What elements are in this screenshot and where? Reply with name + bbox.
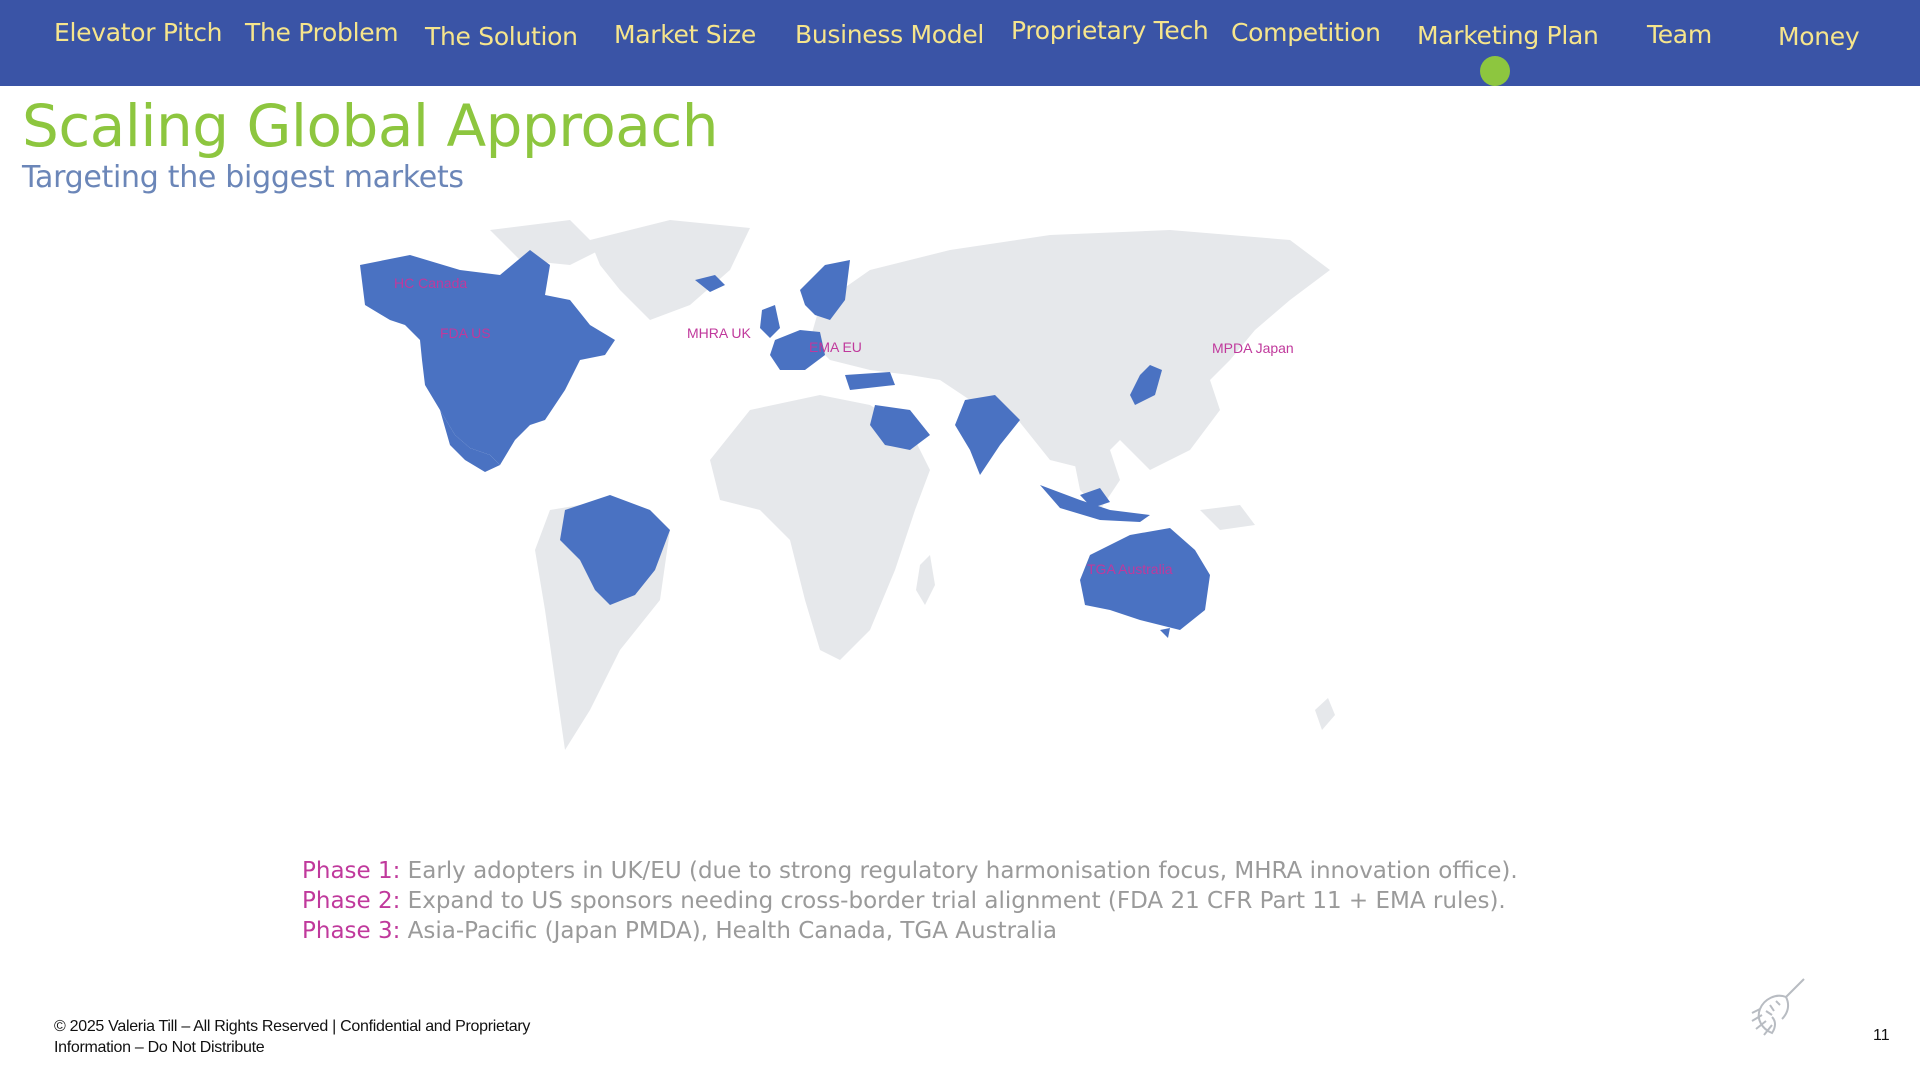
label-hc-canada: HC Canada <box>394 275 467 291</box>
phase-3-text: Asia-Pacific (Japan PMDA), Health Canada… <box>400 918 1058 944</box>
slide-title: Scaling Global Approach <box>22 92 719 160</box>
copyright-line-1: © 2025 Valeria Till – All Rights Reserve… <box>54 1018 531 1035</box>
phases-list: Phase 1: Early adopters in UK/EU (due to… <box>302 856 1518 946</box>
phase-3-row: Phase 3: Asia-Pacific (Japan PMDA), Heal… <box>302 916 1518 946</box>
nav-item-team[interactable]: Team <box>1647 20 1712 49</box>
top-navigation-bar: Elevator Pitch The Problem The Solution … <box>0 0 1920 86</box>
nav-item-the-problem[interactable]: The Problem <box>245 18 399 47</box>
label-mpda-japan: MPDA Japan <box>1212 340 1294 356</box>
nav-item-competition[interactable]: Competition <box>1231 18 1381 47</box>
phase-1-text: Early adopters in UK/EU (due to strong r… <box>400 858 1518 884</box>
nav-item-business-model[interactable]: Business Model <box>795 20 984 49</box>
label-ema-eu: EMA EU <box>809 339 862 355</box>
nav-item-market-size[interactable]: Market Size <box>614 20 756 49</box>
label-mhra-uk: MHRA UK <box>687 325 751 341</box>
label-fda-us: FDA US <box>440 325 491 341</box>
phase-2-text: Expand to US sponsors needing cross-bord… <box>400 888 1506 914</box>
label-tga-australia: TGA Australia <box>1087 561 1173 577</box>
slide-subtitle: Targeting the biggest markets <box>22 160 464 195</box>
unicorn-logo-icon <box>1751 978 1805 1036</box>
arctic-islands-region <box>490 220 600 265</box>
phase-2-row: Phase 2: Expand to US sponsors needing c… <box>302 886 1518 916</box>
nav-item-elevator-pitch[interactable]: Elevator Pitch <box>54 18 223 47</box>
nav-item-proprietary-tech[interactable]: Proprietary Tech <box>1011 16 1209 45</box>
active-nav-indicator <box>1480 56 1510 86</box>
turkey-region <box>845 372 895 390</box>
nav-item-money[interactable]: Money <box>1778 22 1860 51</box>
base-continents <box>490 220 1335 750</box>
copyright-footer: © 2025 Valeria Till – All Rights Reserve… <box>54 1016 530 1058</box>
australia-region <box>1080 528 1210 630</box>
phase-3-label: Phase 3 <box>302 918 393 944</box>
phase-1-label: Phase 1 <box>302 858 393 884</box>
world-map: HC Canada FDA US MHRA UK EMA EU MPDA Jap… <box>360 220 1335 750</box>
uk-region <box>760 305 780 338</box>
phase-1-row: Phase 1: Early adopters in UK/EU (due to… <box>302 856 1518 886</box>
phase-2-label: Phase 2 <box>302 888 393 914</box>
nav-item-the-solution[interactable]: The Solution <box>425 22 578 51</box>
greenland-region <box>590 220 750 320</box>
new-zealand-region <box>1315 698 1335 730</box>
papua-region <box>1200 505 1255 530</box>
madagascar-region <box>916 555 935 605</box>
page-number: 11 <box>1873 1027 1890 1044</box>
tasmania-region <box>1160 628 1170 638</box>
copyright-line-2: Information – Do Not Distribute <box>54 1039 265 1056</box>
nav-item-marketing-plan[interactable]: Marketing Plan <box>1417 21 1599 50</box>
